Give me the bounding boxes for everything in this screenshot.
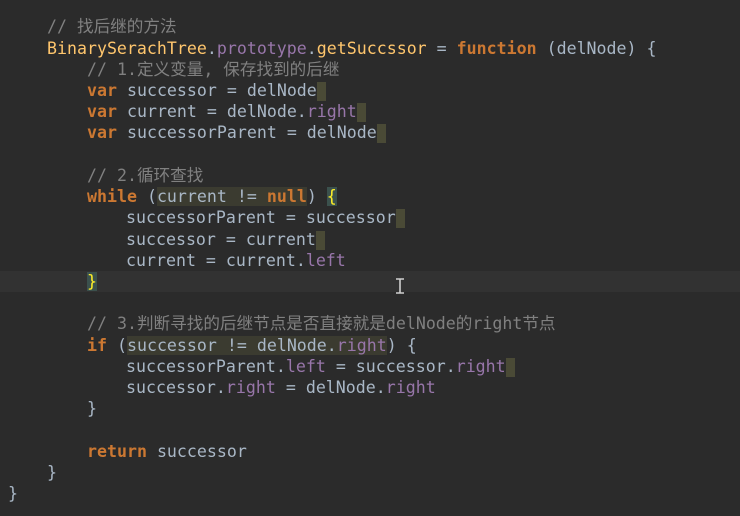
comment: // 2.循环查找 bbox=[87, 166, 204, 185]
condition-highlight: successor != delNode.right bbox=[126, 336, 387, 355]
code-line: } bbox=[87, 399, 97, 418]
prototype-keyword: prototype bbox=[216, 39, 307, 58]
text-cursor-icon bbox=[396, 278, 404, 294]
var-keyword: var bbox=[87, 81, 117, 100]
class-name: BinarySerachTree bbox=[47, 39, 207, 58]
code-line: // 3.判断寻找的后继节点是否直接就是delNode的right节点 bbox=[0, 313, 740, 334]
trailing-highlight bbox=[505, 358, 515, 377]
code-line: successor = current bbox=[0, 229, 740, 250]
code-line: return successor bbox=[87, 442, 247, 461]
code-line: successorParent.left = successor.right bbox=[0, 356, 740, 377]
code-line: } bbox=[47, 463, 57, 482]
code-editor[interactable]: // 找后继的方法 BinarySerachTree.prototype.get… bbox=[0, 0, 740, 516]
condition-highlight: current != null bbox=[156, 187, 307, 206]
code-line: // 1.定义变量, 保存找到的后继 bbox=[0, 59, 740, 80]
matched-brace: { bbox=[326, 187, 337, 206]
code-line: BinarySerachTree.prototype.getSuccssor =… bbox=[47, 39, 657, 58]
comment: // 找后继的方法 bbox=[47, 17, 177, 36]
code-line: successor.right = delNode.right bbox=[126, 378, 436, 397]
current-code-line: } bbox=[0, 271, 740, 292]
trailing-highlight bbox=[376, 124, 386, 143]
code-line: // 找后继的方法 bbox=[0, 16, 740, 37]
code-line: if (successor != delNode.right) { bbox=[87, 336, 417, 355]
return-keyword: return bbox=[87, 442, 147, 461]
while-keyword: while bbox=[87, 187, 137, 206]
function-keyword: function bbox=[456, 39, 537, 58]
code-line: current = current.left bbox=[126, 251, 346, 270]
trailing-highlight bbox=[315, 231, 325, 250]
comment: // 1.定义变量, 保存找到的后继 bbox=[87, 60, 340, 79]
code-line: var current = delNode.right bbox=[0, 101, 740, 122]
comment: // 3.判断寻找的后继节点是否直接就是delNode的right节点 bbox=[87, 314, 556, 333]
code-line: var successor = delNode bbox=[0, 80, 740, 101]
code-line: } bbox=[8, 484, 18, 503]
matched-brace: } bbox=[87, 272, 97, 291]
trailing-highlight bbox=[356, 103, 366, 122]
trailing-highlight bbox=[395, 209, 405, 228]
code-line: // 2.循环查找 bbox=[0, 165, 740, 186]
code-line: while (current != null) { bbox=[87, 187, 337, 206]
trailing-highlight bbox=[316, 82, 326, 101]
method-name: getSuccssor bbox=[316, 39, 427, 58]
null-keyword: null bbox=[266, 187, 307, 206]
var-keyword: var bbox=[87, 123, 117, 142]
code-line: var successorParent = delNode bbox=[0, 122, 740, 143]
if-keyword: if bbox=[87, 336, 107, 355]
code-line: successorParent = successor bbox=[0, 207, 740, 228]
var-keyword: var bbox=[87, 102, 117, 121]
